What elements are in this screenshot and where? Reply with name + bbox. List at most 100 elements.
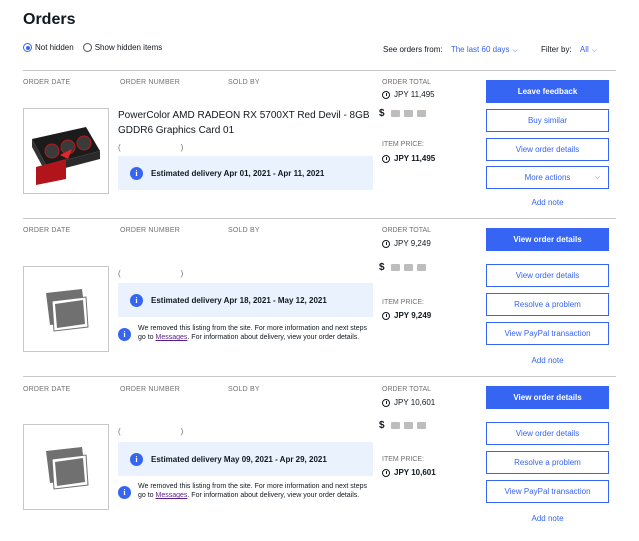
notice-text-post: . For information about delivery, view y… xyxy=(187,334,360,341)
estimated-delivery-text: Estimated delivery May 09, 2021 - Apr 29… xyxy=(151,454,327,464)
view-order-details-button[interactable]: View order details xyxy=(486,228,609,251)
feedback-received-icon xyxy=(416,264,426,271)
order-total: JPY 11,495 xyxy=(382,90,435,99)
resolve-problem-button[interactable]: Resolve a problem xyxy=(486,293,609,316)
view-order-details-button[interactable]: View order details xyxy=(486,422,609,445)
more-actions-button[interactable]: More actions ⌵ xyxy=(486,166,609,189)
seller-close: ) xyxy=(180,269,184,278)
seller-info: () xyxy=(118,269,183,278)
listing-removed-notice: i We removed this listing from the site.… xyxy=(118,324,373,342)
messages-link[interactable]: Messages xyxy=(156,492,188,499)
see-orders-label: See orders from: xyxy=(383,45,443,54)
seller-info: () xyxy=(118,143,183,152)
chevron-down-icon: ⌵ xyxy=(591,47,598,54)
item-thumbnail[interactable] xyxy=(23,424,109,510)
view-paypal-transaction-button[interactable]: View PayPal transaction xyxy=(486,480,609,503)
seller-close: ) xyxy=(180,143,184,152)
item-title-link[interactable]: PowerColor AMD RADEON RX 5700XT Red Devi… xyxy=(118,108,378,138)
messages-link[interactable]: Messages xyxy=(156,334,188,341)
order-status-icons: $ xyxy=(379,108,430,119)
chevron-down-icon: ⌵ xyxy=(594,174,600,181)
estimated-delivery-banner: i Estimated delivery May 09, 2021 - Apr … xyxy=(118,442,373,476)
shipped-icon xyxy=(390,422,400,429)
radio-unselected-icon[interactable] xyxy=(82,43,92,52)
seller-open: ( xyxy=(118,143,121,152)
estimated-delivery-text: Estimated delivery Apr 18, 2021 - May 12… xyxy=(151,295,327,305)
page-title: Orders xyxy=(23,11,76,28)
order-status-icons: $ xyxy=(379,262,430,273)
item-price-header: ITEM PRICE: xyxy=(382,299,425,306)
show-hidden-label: Show hidden items xyxy=(94,43,163,52)
notice-text-post: . For information about delivery, view y… xyxy=(187,492,360,499)
add-note-link[interactable]: Add note xyxy=(486,356,609,365)
radio-selected-icon[interactable] xyxy=(23,43,32,52)
item-thumbnail[interactable] xyxy=(23,108,109,194)
not-hidden-option[interactable]: Not hidden xyxy=(23,43,74,52)
order-status-icons: $ xyxy=(379,420,430,431)
order-divider xyxy=(23,376,616,377)
period-dropdown[interactable]: The last 60 days ⌵ xyxy=(451,45,518,54)
currency-clock-icon xyxy=(382,154,390,163)
seller-open: ( xyxy=(118,427,121,436)
item-price-value: JPY 9,249 xyxy=(394,311,432,320)
show-hidden-option[interactable]: Show hidden items xyxy=(82,43,163,52)
filter-by-label: Filter by: xyxy=(541,45,572,54)
feedback-received-icon xyxy=(416,110,426,117)
filter-dropdown[interactable]: All ⌵ xyxy=(580,45,597,54)
add-note-link[interactable]: Add note xyxy=(486,198,609,207)
item-price-value: JPY 10,601 xyxy=(394,468,436,477)
add-note-link[interactable]: Add note xyxy=(486,514,609,523)
graphics-card-image xyxy=(24,109,108,193)
period-value: The last 60 days xyxy=(450,45,510,54)
order-divider xyxy=(23,218,616,219)
seller-close: ) xyxy=(180,427,184,436)
feedback-left-icon xyxy=(403,422,413,429)
estimated-delivery-banner: i Estimated delivery Apr 01, 2021 - Apr … xyxy=(118,156,373,190)
order-total-header: ORDER TOTAL xyxy=(382,386,432,393)
item-price: JPY 10,601 xyxy=(382,468,436,477)
leave-feedback-button[interactable]: Leave feedback xyxy=(486,80,609,103)
notice-text: We removed this listing from the site. F… xyxy=(138,482,373,500)
item-thumbnail[interactable] xyxy=(23,266,109,352)
shipped-icon xyxy=(390,264,400,271)
currency-clock-icon xyxy=(382,239,390,248)
view-order-details-button[interactable]: View order details xyxy=(486,138,609,161)
order-total: JPY 9,249 xyxy=(382,239,431,248)
resolve-problem-button[interactable]: Resolve a problem xyxy=(486,451,609,474)
estimated-delivery-text: Estimated delivery Apr 01, 2021 - Apr 11… xyxy=(151,168,325,178)
filter-value: All xyxy=(579,45,589,54)
item-price-header: ITEM PRICE: xyxy=(382,456,425,463)
order-date-header: ORDER DATE xyxy=(23,79,71,86)
feedback-left-icon xyxy=(403,110,413,117)
sold-by-header: SOLD BY xyxy=(228,386,260,393)
info-icon: i xyxy=(118,486,131,499)
order-total-header: ORDER TOTAL xyxy=(382,227,432,234)
order-total: JPY 10,601 xyxy=(382,398,435,407)
visibility-toggle: Not hidden Show hidden items xyxy=(23,43,171,52)
buy-similar-button[interactable]: Buy similar xyxy=(486,109,609,132)
order-number-header: ORDER NUMBER xyxy=(120,79,180,86)
paid-dollar-icon: $ xyxy=(379,420,385,431)
sold-by-header: SOLD BY xyxy=(228,79,260,86)
view-order-details-button[interactable]: View order details xyxy=(486,386,609,409)
info-icon: i xyxy=(130,452,143,466)
estimated-delivery-banner: i Estimated delivery Apr 18, 2021 - May … xyxy=(118,283,373,317)
view-order-details-button[interactable]: View order details xyxy=(486,264,609,287)
filter-by: Filter by: All ⌵ xyxy=(541,45,597,55)
sold-by-header: SOLD BY xyxy=(228,227,260,234)
currency-clock-icon xyxy=(382,311,390,320)
info-icon: i xyxy=(130,293,143,307)
order-total-value: JPY 10,601 xyxy=(394,398,436,407)
item-price: JPY 11,495 xyxy=(382,154,435,163)
item-price-header: ITEM PRICE: xyxy=(382,141,425,148)
seller-info: () xyxy=(118,427,183,436)
notice-text: We removed this listing from the site. F… xyxy=(138,324,373,342)
order-divider xyxy=(23,70,616,71)
seller-open: ( xyxy=(118,269,121,278)
info-icon: i xyxy=(118,328,131,341)
currency-clock-icon xyxy=(382,468,390,477)
view-paypal-transaction-button[interactable]: View PayPal transaction xyxy=(486,322,609,345)
chevron-down-icon: ⌵ xyxy=(512,47,518,54)
feedback-received-icon xyxy=(416,422,426,429)
order-date-header: ORDER DATE xyxy=(23,386,71,393)
